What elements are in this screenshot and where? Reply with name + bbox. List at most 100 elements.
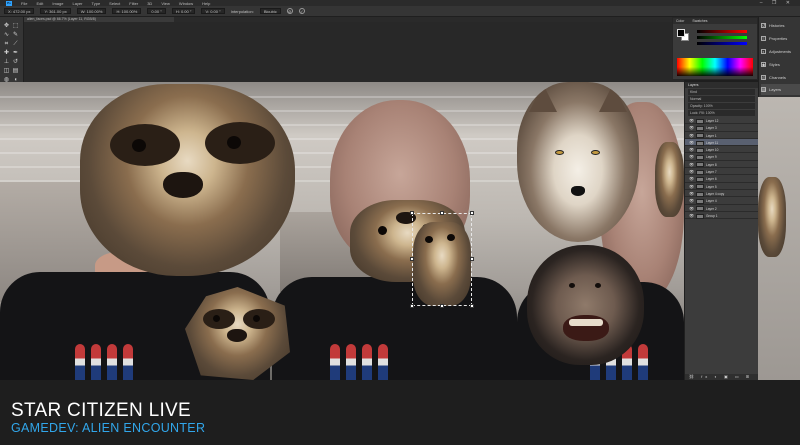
color-spectrum[interactable]	[677, 58, 753, 76]
layer-row[interactable]: 👁 Layer 10	[685, 146, 758, 154]
visibility-eye-icon[interactable]: 👁	[689, 168, 694, 175]
wolf-face-mask[interactable]	[517, 82, 639, 242]
commit-transform-icon[interactable]: ✓	[298, 8, 305, 14]
layer-row[interactable]: 👁 Group 1	[685, 212, 758, 220]
visibility-eye-icon[interactable]: 👁	[689, 153, 694, 160]
menu-window[interactable]: Window	[179, 1, 193, 6]
layer-name: Layer 5	[706, 184, 717, 189]
history-icon: ↺	[761, 23, 766, 28]
cancel-transform-icon[interactable]: ⊘	[286, 8, 293, 14]
marquee-tool-icon[interactable]: ⬚	[12, 23, 19, 30]
blue-slider[interactable]	[697, 42, 747, 45]
dock-layers[interactable]: ▤ Layers	[761, 84, 800, 95]
color-panel-tabs: Color Swatches	[673, 18, 757, 24]
layer-row[interactable]: 👁 Layer 4 copy	[685, 190, 758, 198]
visibility-eye-icon[interactable]: 👁	[689, 205, 694, 212]
layer-thumbnail	[696, 177, 704, 183]
dock-histories[interactable]: ↺ Histories	[761, 20, 800, 31]
skew-v-field[interactable]: V: 0.00 °	[201, 8, 225, 14]
layer-row[interactable]: 👁 Layer 6	[685, 175, 758, 183]
layer-thumbnail	[696, 206, 704, 212]
visibility-eye-icon[interactable]: 👁	[689, 190, 694, 197]
layer-row[interactable]: 👁 Layer 8	[685, 161, 758, 169]
layer-row[interactable]: 👁 Layer 11	[685, 138, 758, 147]
layer-thumbnail	[696, 118, 704, 124]
layer-row[interactable]: 👁 Layer 3	[685, 124, 758, 132]
menu-edit[interactable]: Edit	[36, 1, 43, 6]
brush-tool-icon[interactable]: ✒	[12, 50, 19, 57]
layer-kind-filter[interactable]: Kind	[688, 89, 755, 95]
menu-layer[interactable]: Layer	[72, 1, 82, 6]
move-tool-icon[interactable]: ✥	[3, 23, 10, 30]
tab-swatches[interactable]: Swatches	[692, 18, 707, 24]
visibility-eye-icon[interactable]: 👁	[689, 183, 694, 190]
menu-3d[interactable]: 3D	[147, 1, 152, 6]
layer-name: Layer 6	[706, 177, 717, 182]
green-slider[interactable]	[697, 36, 747, 39]
height-field[interactable]: H: 100.00%	[112, 8, 142, 14]
layer-row[interactable]: 👁 Layer 1	[685, 132, 758, 139]
menu-type[interactable]: Type	[92, 1, 101, 6]
layer-thumbnail	[696, 133, 704, 139]
chimp-face-mask[interactable]	[527, 245, 644, 365]
transform-bounding-box[interactable]	[410, 211, 474, 308]
y-field[interactable]: Y: 361.00 px	[40, 8, 71, 14]
gradient-tool-icon[interactable]: ▤	[12, 68, 19, 75]
lasso-tool-icon[interactable]: ∿	[3, 32, 10, 39]
quick-select-tool-icon[interactable]: ✎	[12, 32, 19, 39]
sloth-face-edge[interactable]	[655, 142, 684, 217]
dock-adjustments[interactable]: ◐ Adjustments	[761, 46, 800, 57]
dock-properties[interactable]: ≡ Properties	[761, 33, 800, 44]
visibility-eye-icon[interactable]: 👁	[689, 117, 694, 124]
healing-tool-icon[interactable]: ✚	[3, 50, 10, 57]
clone-stamp-tool-icon[interactable]: ⊥	[3, 59, 10, 66]
layer-row[interactable]: 👁 Layer 12	[685, 117, 758, 125]
layer-name: Layer 9	[706, 155, 717, 160]
visibility-eye-icon[interactable]: 👁	[689, 161, 694, 168]
menu-filter[interactable]: Filter	[129, 1, 138, 6]
eraser-tool-icon[interactable]: ◫	[3, 68, 10, 75]
visibility-eye-icon[interactable]: 👁	[689, 212, 694, 219]
menu-file[interactable]: File	[21, 1, 27, 6]
dock-styles[interactable]: ◆ Styles	[761, 59, 800, 70]
interpolation-select[interactable]: Bicubic	[259, 8, 281, 14]
opacity-field[interactable]: Opacity: 100%	[688, 103, 755, 109]
visibility-eye-icon[interactable]: 👁	[689, 197, 694, 204]
layer-name: Layer 3	[706, 126, 717, 131]
layer-thumbnail	[696, 147, 704, 153]
lock-fill-row[interactable]: Lock: Fill: 100%	[688, 110, 755, 116]
tab-color[interactable]: Color	[676, 18, 684, 24]
layer-row[interactable]: 👁 Layer 2	[685, 205, 758, 212]
layer-row[interactable]: 👁 Layer 5	[685, 183, 758, 190]
menu-help[interactable]: Help	[202, 1, 210, 6]
x-field[interactable]: X: 472.00 px	[4, 8, 35, 14]
menu-view[interactable]: View	[161, 1, 170, 6]
dock-channels[interactable]: ◎ Channels	[761, 72, 800, 83]
visibility-eye-icon[interactable]: 👁	[689, 132, 694, 139]
sloth-face-mask[interactable]	[80, 84, 295, 276]
layer-name: Layer 12	[706, 119, 719, 123]
visibility-eye-icon[interactable]: 👁	[689, 175, 694, 182]
visibility-eye-icon[interactable]: 👁	[689, 139, 694, 146]
layer-row[interactable]: 👁 Layer 9	[685, 153, 758, 161]
menu-image[interactable]: Image	[52, 1, 63, 6]
layers-panel: Layers Kind Normal Opacity: 100% Lock: F…	[684, 82, 759, 385]
layer-row[interactable]: 👁 Layer 7	[685, 168, 758, 176]
layer-name: Group 1	[706, 213, 718, 218]
visibility-eye-icon[interactable]: 👁	[689, 146, 694, 153]
canvas-image[interactable]	[0, 82, 684, 380]
visibility-eye-icon[interactable]: 👁	[689, 124, 694, 131]
layer-thumbnail	[696, 213, 704, 219]
skew-h-field[interactable]: H: 0.00 °	[171, 8, 196, 14]
menu-select[interactable]: Select	[109, 1, 120, 6]
color-panel-fg-swatch[interactable]	[677, 29, 685, 37]
blend-mode-select[interactable]: Normal	[688, 96, 755, 102]
layer-row[interactable]: 👁 Layer 4	[685, 197, 758, 205]
red-slider[interactable]	[697, 30, 747, 33]
eyedropper-tool-icon[interactable]: ⟋	[12, 41, 19, 48]
rotate-field[interactable]: 0.00 °	[147, 8, 166, 14]
history-brush-tool-icon[interactable]: ↺	[12, 59, 19, 66]
width-field[interactable]: W: 100.00%	[76, 8, 107, 14]
crop-tool-icon[interactable]: ⌗	[3, 41, 10, 48]
canvas-pasteboard	[24, 22, 672, 82]
